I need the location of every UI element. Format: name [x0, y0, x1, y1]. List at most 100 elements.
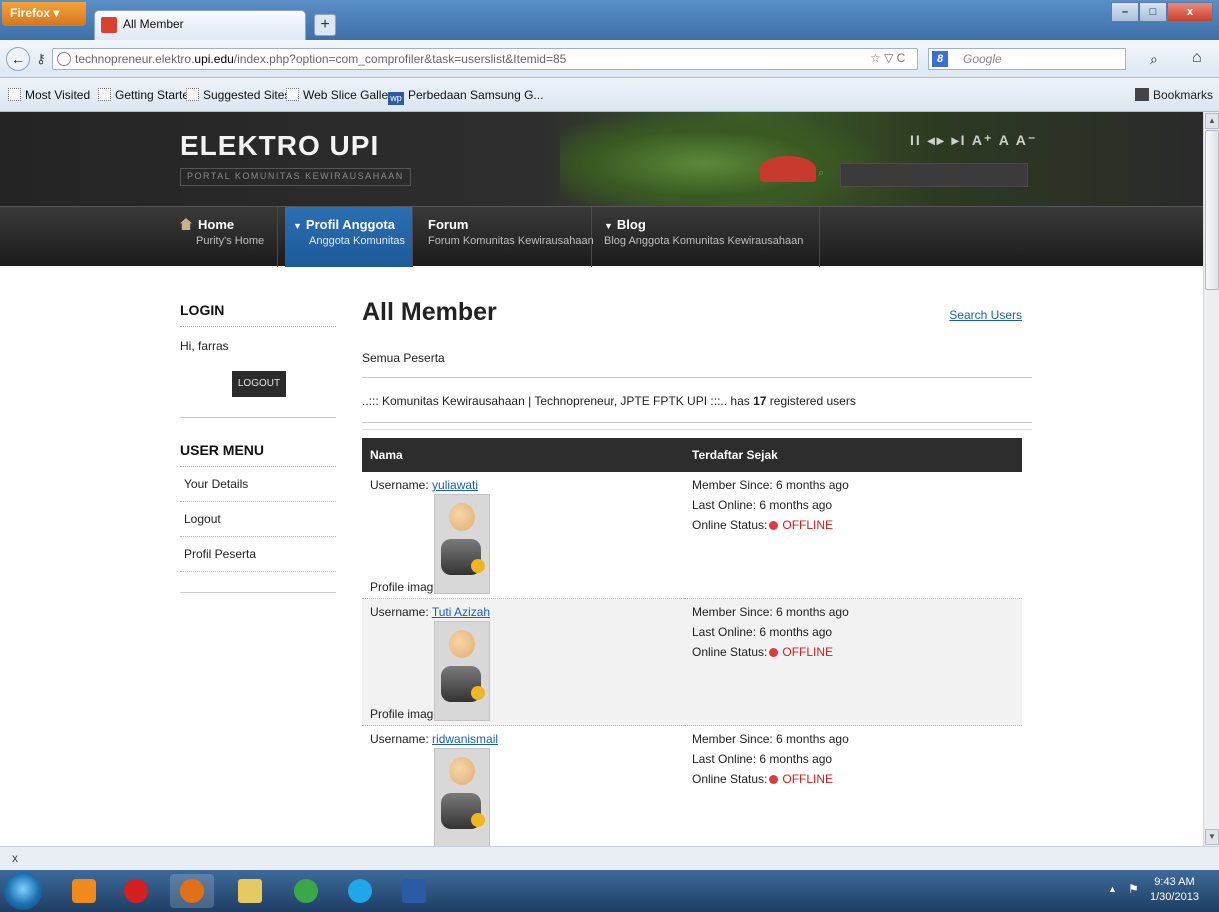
menu-item-forum[interactable]: Forum Forum Komunitas Kewirausahaan — [420, 207, 594, 267]
menu-item-profil-anggota[interactable]: ▼ Profil Anggota Anggota Komunitas — [285, 207, 413, 267]
username-link[interactable]: ridwanismail — [432, 732, 498, 746]
column-header-terdaftar-sejak[interactable]: Terdaftar Sejak — [684, 438, 1022, 472]
main-content: All Member Search Users Semua Peserta ..… — [362, 298, 1032, 846]
close-icon[interactable]: x — [1167, 2, 1213, 22]
offline-status-icon — [769, 775, 779, 784]
page-scrollbar[interactable]: ▲ ▼ — [1203, 112, 1219, 846]
search-engine-label: Google — [963, 52, 1002, 66]
media-player-icon[interactable] — [62, 874, 106, 908]
firefox-menu-button[interactable]: Firefox ▾ — [2, 2, 86, 26]
scroll-up-icon[interactable]: ▲ — [1205, 113, 1219, 129]
avatar[interactable] — [434, 621, 490, 721]
username-label: Username: — [370, 605, 429, 619]
site-title[interactable]: ELEKTRO UPI — [180, 130, 379, 162]
bookmark-getting-started[interactable]: Getting Started — [98, 88, 196, 102]
sidebar: LOGIN Hi, farras LOGOUT USER MENU Your D… — [180, 302, 336, 593]
logout-button[interactable]: LOGOUT — [232, 371, 286, 397]
find-bar: x — [0, 846, 1219, 870]
username-link[interactable]: Tuti Azizah — [432, 605, 490, 619]
member-since-value: 6 months ago — [776, 478, 849, 492]
last-online-label: Last Online: — [692, 625, 757, 639]
site-search-input[interactable] — [840, 163, 1028, 187]
member-since-label: Member Since: — [692, 478, 773, 492]
sidebar-divider — [180, 417, 336, 418]
identity-icon[interactable]: ⚷ — [32, 49, 50, 69]
table-row: Username: yuliawati Profile image: Membe… — [362, 472, 1022, 599]
bookmark-web-slice-gallery[interactable]: Web Slice Gallery — [286, 88, 398, 102]
windows-start-icon[interactable] — [4, 872, 42, 910]
menu-title: Profil Anggota — [305, 217, 395, 232]
page-title: All Member — [362, 298, 497, 326]
opera-icon[interactable] — [114, 874, 158, 908]
member-since-label: Member Since: — [692, 605, 773, 619]
search-icon[interactable]: ⌕ — [1150, 51, 1158, 68]
system-clock[interactable]: 9:43 AM 1/30/2013 — [1150, 875, 1199, 905]
status-badge: OFFLINE — [782, 645, 834, 659]
offline-status-icon — [769, 521, 779, 530]
url-host: upi.edu — [194, 52, 234, 66]
divider — [362, 429, 1032, 430]
sidebar-item-your-details[interactable]: Your Details — [180, 467, 336, 502]
chrome-icon[interactable] — [284, 874, 328, 908]
bookmark-most-visited[interactable]: Most Visited — [8, 88, 90, 102]
username-label: Username: — [370, 732, 429, 746]
menu-item-blog[interactable]: ▼ Blog Blog Anggota Komunitas Kewirausaha… — [596, 207, 820, 267]
menu-title: Blog — [616, 217, 646, 232]
menu-subtitle: Anggota Komunitas — [309, 235, 406, 247]
avatar[interactable] — [434, 494, 490, 594]
bookmark-suggested-sites[interactable]: Suggested Sites — [186, 88, 290, 102]
menu-subtitle: Purity's Home — [196, 235, 265, 247]
summary-prefix: ..::: Komunitas Kewirausahaan | Technopr… — [362, 394, 750, 408]
divider — [362, 422, 1032, 423]
find-bar-close-icon[interactable]: x — [12, 851, 18, 865]
menu-subtitle: Blog Anggota Komunitas Kewirausahaan — [604, 235, 804, 247]
clock-time: 9:43 AM — [1154, 876, 1195, 888]
bookmark-page-icon — [186, 88, 199, 101]
username-label: Username: — [370, 478, 429, 492]
home-icon[interactable]: ⌂ — [1192, 49, 1202, 67]
action-center-flag-icon[interactable]: ⚑ — [1128, 882, 1139, 896]
sidebar-item-profil-peserta[interactable]: Profil Peserta — [180, 537, 336, 572]
menu-item-home[interactable]: Home Purity's Home — [172, 207, 278, 267]
maximize-icon[interactable]: □ — [1139, 2, 1167, 22]
status-badge: OFFLINE — [782, 772, 834, 786]
search-input[interactable]: 8 Google — [928, 48, 1126, 70]
bookmarks-menu-button[interactable]: Bookmarks — [1134, 88, 1213, 102]
avatar[interactable] — [434, 748, 490, 846]
google-icon: 8 — [932, 51, 948, 67]
file-explorer-icon[interactable] — [228, 874, 272, 908]
bookmark-perbedaan-samsung[interactable]: wp Perbedaan Samsung G... — [388, 88, 543, 105]
firefox-icon[interactable] — [170, 874, 214, 908]
wordpress-icon: wp — [388, 92, 404, 105]
bookmarks-toolbar: Most Visited Getting Started Suggested S… — [0, 78, 1219, 112]
sidebar-item-logout[interactable]: Logout — [180, 502, 336, 537]
tray-expand-icon[interactable]: ▲ — [1108, 884, 1117, 894]
bookmark-page-icon — [98, 88, 111, 101]
menu-title: Forum — [428, 217, 469, 232]
username-link[interactable]: yuliawati — [432, 478, 478, 492]
column-header-nama[interactable]: Nama — [362, 438, 684, 472]
login-heading: LOGIN — [180, 302, 336, 327]
minimize-icon[interactable]: – — [1111, 2, 1139, 22]
user-menu-heading: USER MENU — [180, 442, 336, 467]
font-size-controls[interactable]: II ◂▸ ▸I A⁺ A A⁻ — [910, 132, 1037, 149]
menu-subtitle: Forum Komunitas Kewirausahaan — [428, 235, 594, 247]
divider — [362, 377, 1032, 378]
window-titlebar: Firefox ▾ All Member + – □ x — [0, 0, 1219, 40]
word-icon[interactable] — [392, 874, 436, 908]
skype-icon[interactable] — [338, 874, 382, 908]
navigation-toolbar: ← ⚷ technopreneur.elektro.upi.edu/index.… — [0, 40, 1219, 78]
windows-taskbar: ▲ ⚑ 9:43 AM 1/30/2013 — [0, 870, 1219, 912]
site-header: ELEKTRO UPI PORTAL KOMUNITAS KEWIRAUSAHA… — [0, 112, 1203, 206]
bookmark-label: Suggested Sites — [203, 88, 291, 102]
url-bar[interactable]: technopreneur.elektro.upi.edu/index.php?… — [52, 48, 918, 70]
scroll-down-icon[interactable]: ▼ — [1205, 829, 1219, 845]
chevron-down-icon: ▼ — [293, 221, 302, 231]
member-since-label: Member Since: — [692, 732, 773, 746]
search-users-link[interactable]: Search Users — [949, 308, 1022, 322]
back-arrow-icon[interactable]: ← — [6, 47, 30, 71]
tab-all-member[interactable]: All Member — [94, 10, 306, 40]
scrollbar-thumb[interactable] — [1205, 130, 1219, 290]
url-bar-controls[interactable]: ☆ ▽ C — [870, 51, 905, 65]
new-tab-button[interactable]: + — [314, 14, 336, 36]
